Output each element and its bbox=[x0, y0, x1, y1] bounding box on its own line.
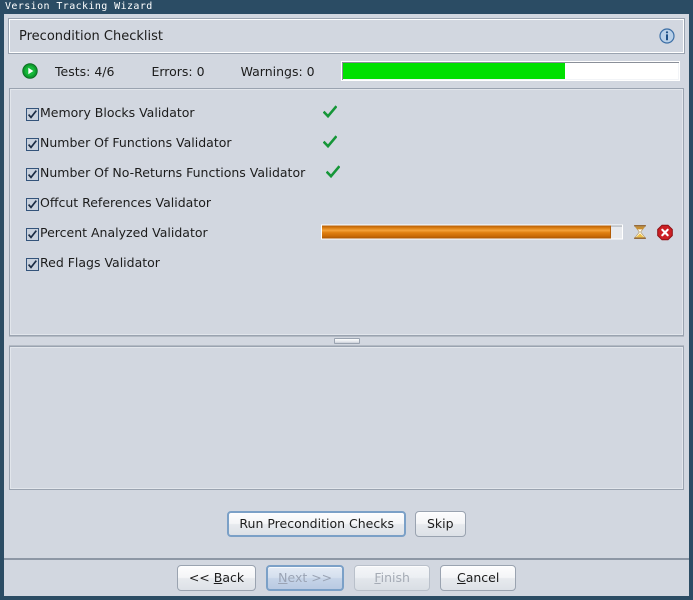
validator-checkbox[interactable] bbox=[26, 166, 39, 181]
overall-progress-bar bbox=[340, 61, 680, 81]
window-titlebar: Version Tracking Wizard bbox=[0, 0, 693, 14]
green-check-icon bbox=[323, 105, 337, 119]
green-check-icon bbox=[326, 165, 340, 179]
window-title: Version Tracking Wizard bbox=[5, 1, 153, 12]
validator-label: Percent Analyzed Validator bbox=[40, 224, 208, 240]
back-button[interactable]: << Back bbox=[176, 565, 257, 591]
validator-list-panel: Memory Blocks Validator Number Of Functi… bbox=[9, 88, 684, 336]
validator-label: Number Of No-Returns Functions Validator bbox=[40, 164, 306, 180]
validator-running-status bbox=[321, 224, 673, 241]
validator-checkbox[interactable] bbox=[26, 256, 39, 271]
validator-checkbox[interactable] bbox=[26, 226, 39, 241]
validator-checkbox[interactable] bbox=[26, 196, 39, 211]
validator-label: Number Of Functions Validator bbox=[40, 134, 232, 150]
finish-button: Finish bbox=[354, 565, 431, 591]
run-precondition-checks-button[interactable]: Run Precondition Checks bbox=[227, 511, 406, 537]
hourglass-icon bbox=[632, 224, 648, 241]
validator-row[interactable]: Number Of No-Returns Functions Validator bbox=[10, 157, 683, 187]
split-pane-divider[interactable] bbox=[9, 336, 684, 346]
validator-checkbox[interactable] bbox=[26, 136, 39, 151]
validator-label: Memory Blocks Validator bbox=[40, 104, 195, 120]
skip-button[interactable]: Skip bbox=[414, 511, 466, 537]
validator-row[interactable]: Red Flags Validator bbox=[10, 247, 683, 277]
info-icon[interactable] bbox=[659, 28, 675, 44]
cancel-button[interactable]: Cancel bbox=[440, 565, 517, 591]
overall-progress-fill bbox=[342, 63, 566, 79]
errors-count-label: Errors: 0 bbox=[151, 63, 205, 79]
next-button[interactable]: Next >> bbox=[266, 565, 345, 591]
validator-detail-panel bbox=[9, 346, 684, 490]
stop-cancel-icon[interactable] bbox=[657, 224, 673, 240]
play-icon[interactable] bbox=[22, 63, 38, 79]
tests-count-label: Tests: 4/6 bbox=[55, 63, 115, 79]
split-pane-grip[interactable] bbox=[333, 338, 360, 344]
validator-checkbox[interactable] bbox=[26, 106, 39, 121]
step-header-panel: Precondition Checklist bbox=[8, 18, 685, 54]
version-tracking-wizard-window: Version Tracking Wizard Precondition Che… bbox=[0, 0, 693, 600]
validator-label: Offcut References Validator bbox=[40, 194, 212, 210]
action-button-row: Run Precondition Checks Skip bbox=[8, 490, 685, 558]
validator-progress-fill bbox=[322, 225, 611, 239]
validator-label: Red Flags Validator bbox=[40, 254, 160, 270]
wizard-navigation-bar: << Back Next >> Finish Cancel bbox=[4, 558, 689, 596]
split-pane: Memory Blocks Validator Number Of Functi… bbox=[8, 88, 685, 490]
validator-row[interactable]: Percent Analyzed Validator bbox=[10, 217, 683, 247]
validator-row[interactable]: Offcut References Validator bbox=[10, 187, 683, 217]
warnings-count-label: Warnings: 0 bbox=[240, 63, 315, 79]
run-status-row: Tests: 4/6 Errors: 0 Warnings: 0 bbox=[8, 54, 685, 88]
validator-row[interactable]: Memory Blocks Validator bbox=[10, 97, 683, 127]
page-title: Precondition Checklist bbox=[19, 28, 163, 44]
window-body: Precondition Checklist Tests: 4/6 Errors… bbox=[0, 14, 693, 600]
wizard-content: Tests: 4/6 Errors: 0 Warnings: 0 Memory … bbox=[4, 54, 689, 558]
validator-row[interactable]: Number Of Functions Validator bbox=[10, 127, 683, 157]
validator-progress-bar bbox=[321, 224, 623, 240]
green-check-icon bbox=[323, 135, 337, 149]
